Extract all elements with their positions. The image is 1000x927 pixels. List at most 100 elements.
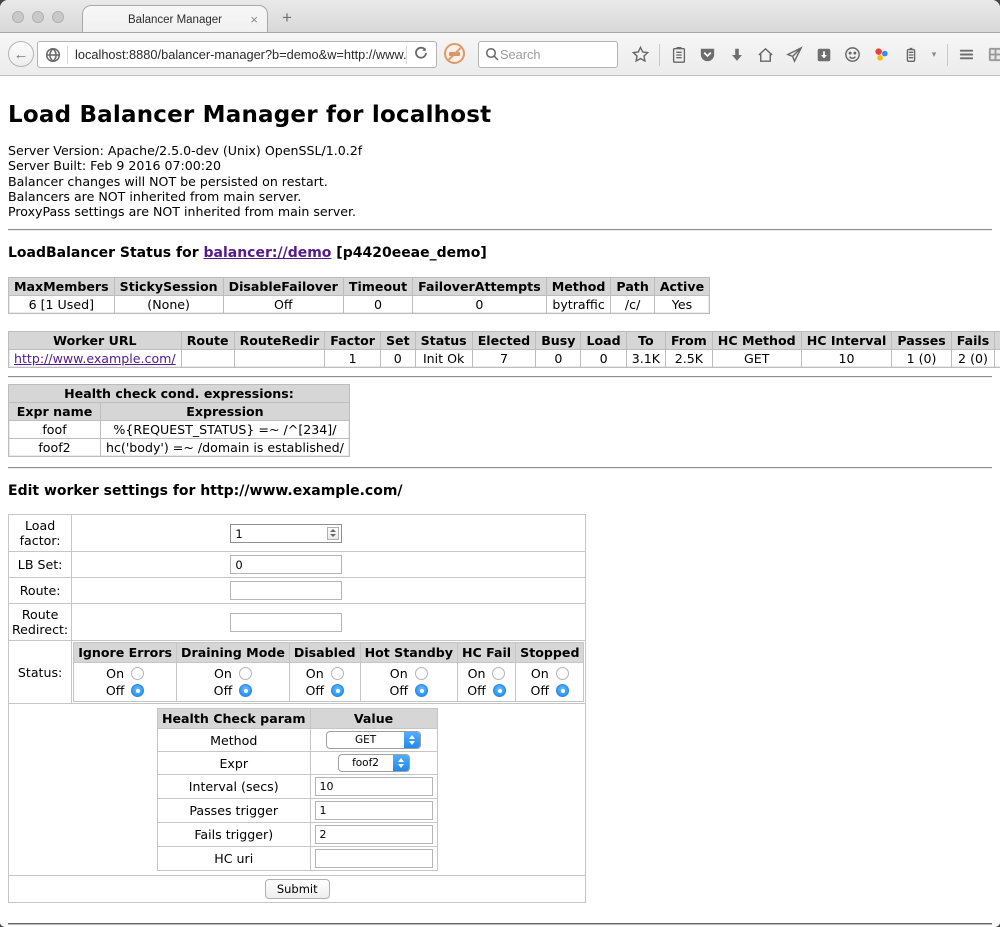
site-identity-globe-icon[interactable]	[45, 47, 61, 63]
status-heading-suffix: [p4420eeae_demo]	[331, 245, 486, 261]
worker-value-cell: 1 (0)	[892, 350, 951, 368]
balancer-value-cell: bytraffic	[546, 296, 611, 314]
number-spinner-icon[interactable]	[327, 527, 339, 540]
color-dots-icon[interactable]	[871, 44, 892, 65]
radio-off-selected[interactable]	[331, 684, 344, 697]
hc-expr-row: Expr foof2	[157, 752, 437, 775]
bookmark-star-icon[interactable]	[630, 44, 651, 65]
back-button[interactable]: ←	[8, 41, 34, 67]
balancer-header-cell: Method	[546, 278, 611, 296]
close-window-button[interactable]	[12, 11, 24, 23]
worker-header-cell: Set	[380, 332, 415, 350]
worker-header-cell: Route	[181, 332, 234, 350]
status-radio-cell-ignore-errors: On Off	[74, 663, 177, 702]
minimize-window-button[interactable]	[32, 11, 44, 23]
page-content: Load Balancer Manager for localhost Serv…	[0, 76, 1000, 927]
hc-uri-label: HC uri	[157, 847, 310, 871]
hamburger-menu-icon[interactable]	[956, 44, 977, 65]
radio-on[interactable]	[331, 667, 344, 680]
radio-off-selected[interactable]	[239, 684, 252, 697]
worker-row: http://www.example.com/ 1 0 Init Ok 7 0 …	[9, 350, 1000, 368]
balancer-header-cell: DisableFailover	[223, 278, 343, 296]
radio-off-selected[interactable]	[493, 684, 506, 697]
tile-grid-icon[interactable]	[985, 44, 1000, 65]
route-input[interactable]	[230, 581, 342, 600]
balancer-value-cell: 0	[413, 296, 547, 314]
route-redirect-input[interactable]	[230, 613, 342, 632]
hc-fails-input[interactable]	[315, 825, 433, 844]
battery-icon[interactable]	[900, 44, 921, 65]
search-bar[interactable]	[478, 41, 618, 68]
balancer-demo-link[interactable]: balancer://demo	[204, 245, 332, 261]
content-blocked-icon[interactable]	[444, 43, 465, 64]
pocket-icon[interactable]	[697, 44, 718, 65]
hc-uri-input[interactable]	[315, 849, 433, 868]
expression-row: foof %{REQUEST_STATUS} =~ /^[234]/	[9, 421, 350, 439]
new-tab-button[interactable]: +	[282, 8, 292, 28]
lb-set-input[interactable]	[230, 555, 342, 574]
downloads-icon[interactable]	[726, 44, 747, 65]
lb-set-label: LB Set:	[9, 552, 72, 578]
radio-off-selected[interactable]	[415, 684, 428, 697]
tab-title: Balancer Manager	[128, 14, 222, 26]
hc-interval-input[interactable]	[315, 777, 433, 796]
select-stepper-icon	[393, 754, 409, 772]
balancer-row: 6 [1 Used] (None) Off 0 0 bytraffic /c/ …	[9, 296, 710, 314]
worker-url-link[interactable]: http://www.example.com/	[14, 351, 176, 366]
radio-off-selected[interactable]	[556, 684, 569, 697]
expression-cell: %{REQUEST_STATUS} =~ /^[234]/	[101, 421, 350, 439]
radio-on[interactable]	[492, 667, 505, 680]
worker-value-cell: 2.5K	[665, 350, 712, 368]
radio-on[interactable]	[415, 667, 428, 680]
window-controls[interactable]	[12, 11, 64, 23]
balancer-value-cell: Off	[223, 296, 343, 314]
search-icon	[485, 47, 500, 62]
forum-smiley-icon[interactable]	[842, 44, 863, 65]
expressions-table-title: Health check cond. expressions:	[9, 385, 350, 403]
hc-passes-input[interactable]	[315, 801, 433, 820]
radio-on-label: On	[531, 666, 549, 681]
zoom-window-button[interactable]	[52, 11, 64, 23]
radio-on[interactable]	[239, 667, 252, 680]
url-bar[interactable]: localhost:8880/balancer-manager?b=demo&w…	[37, 41, 437, 68]
hc-interval-label: Interval (secs)	[157, 775, 310, 799]
expressions-table: Health check cond. expressions: Expr nam…	[8, 384, 350, 457]
worker-header-cell: Worker URL	[9, 332, 182, 350]
radio-on[interactable]	[131, 667, 144, 680]
worker-value-cell: 1	[325, 350, 381, 368]
reading-list-icon[interactable]	[668, 44, 689, 65]
hc-method-select[interactable]: GET	[326, 731, 421, 749]
radio-off-selected[interactable]	[131, 684, 144, 697]
worker-value-cell: 0	[380, 350, 415, 368]
balancer-value-cell: (None)	[114, 296, 223, 314]
lb-set-row: LB Set:	[9, 552, 586, 578]
hc-expr-select[interactable]: foof2	[338, 754, 410, 772]
reload-icon[interactable]	[407, 46, 436, 63]
radio-off-label: Off	[531, 683, 550, 698]
radio-on-label: On	[214, 666, 232, 681]
radio-on[interactable]	[556, 667, 569, 680]
hc-fails-label: Fails trigger)	[157, 823, 310, 847]
worker-header-cell: Load	[581, 332, 626, 350]
overflow-caret-icon[interactable]: ▾	[929, 44, 939, 65]
expression-header: Expression	[101, 403, 350, 421]
tab-balancer-manager[interactable]: Balancer Manager ×	[82, 5, 268, 34]
worker-header-cell: RouteRedir	[234, 332, 325, 350]
worker-value-cell	[181, 350, 234, 368]
panel-download-icon[interactable]	[813, 44, 834, 65]
worker-header-cell: Status	[415, 332, 472, 350]
search-input[interactable]	[500, 47, 611, 62]
send-tab-icon[interactable]	[784, 44, 805, 65]
balancer-header-cell: FailoverAttempts	[413, 278, 547, 296]
tab-close-icon[interactable]: ×	[250, 12, 258, 27]
server-version-line: Server Version: Apache/2.5.0-dev (Unix) …	[8, 143, 992, 158]
radio-on-label: On	[468, 666, 486, 681]
url-text[interactable]: localhost:8880/balancer-manager?b=demo&w…	[68, 47, 406, 62]
worker-value-cell: 10	[801, 350, 892, 368]
expr-name-header: Expr name	[9, 403, 101, 421]
submit-button[interactable]: Submit	[265, 879, 330, 899]
home-icon[interactable]	[755, 44, 776, 65]
toolbar-divider	[659, 44, 660, 66]
load-factor-input[interactable]: 1	[230, 524, 342, 543]
worker-header-cell: Elected	[472, 332, 536, 350]
